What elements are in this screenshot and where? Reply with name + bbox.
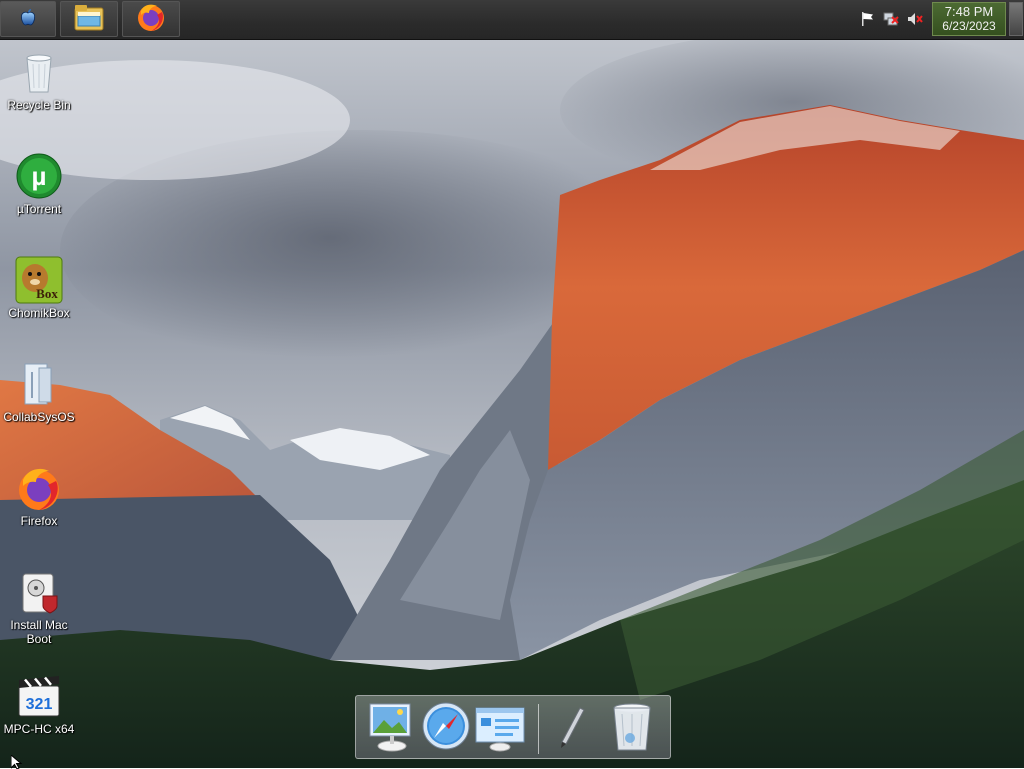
desktop-icon-label: CollabSysOS <box>3 410 75 424</box>
desktop-icon-label: Firefox <box>20 514 58 528</box>
network-icon[interactable] <box>883 11 899 27</box>
desktop-icon-install-mac-boot[interactable]: Install Mac Boot <box>2 568 76 646</box>
mouse-cursor-icon <box>11 755 23 769</box>
chomikbox-icon: Box <box>15 256 63 304</box>
desktop-icon-chomikbox[interactable]: Box ChomikBox <box>2 256 76 320</box>
dock-item-trash[interactable] <box>606 700 658 754</box>
firefox-icon <box>15 464 63 512</box>
chomikbox-badge: Box <box>36 286 58 301</box>
trash-icon <box>606 703 658 758</box>
volume-muted-icon[interactable] <box>907 11 923 27</box>
desktop-icon-collabsysos[interactable]: CollabSysOS <box>2 360 76 424</box>
desktop-icon-label: Recycle Bin <box>7 98 71 112</box>
mpc-hc-icon: 321 <box>15 672 63 720</box>
dock-separator <box>538 704 539 754</box>
pen-icon <box>546 707 598 758</box>
desktop-icon-recycle-bin[interactable]: Recycle Bin <box>2 48 76 112</box>
mpc-badge: 321 <box>26 696 53 713</box>
svg-text:µ: µ <box>32 161 47 191</box>
clock[interactable]: 7:48 PM 6/23/2023 <box>932 2 1006 36</box>
clock-time: 7:48 PM <box>944 4 994 19</box>
firefox-icon <box>135 1 167 38</box>
desktop-icon-firefox[interactable]: Firefox <box>2 464 76 528</box>
taskbar-file-explorer-button[interactable] <box>60 1 118 37</box>
folder-icon <box>73 2 105 37</box>
dock-item-pen[interactable] <box>546 700 598 754</box>
desktop-icon-label: ChomikBox <box>8 306 70 320</box>
apple-logo-icon <box>17 6 39 33</box>
dock-item-preview[interactable] <box>366 700 418 754</box>
dock-item-finder-window[interactable] <box>474 700 526 754</box>
taskbar: 7:48 PM 6/23/2023 <box>0 0 1024 40</box>
utorrent-icon: µ <box>15 152 63 200</box>
show-desktop-button[interactable] <box>1009 2 1023 36</box>
dock-item-safari[interactable] <box>420 700 472 754</box>
collabsysos-icon <box>15 360 63 408</box>
desktop-icon-mpc-hc[interactable]: 321 MPC-HC x64 <box>2 672 76 736</box>
start-button[interactable] <box>0 1 56 37</box>
finder-window-icon <box>474 707 526 758</box>
flag-icon[interactable] <box>859 11 875 27</box>
desktop-icon-utorrent[interactable]: µ µTorrent <box>2 152 76 216</box>
dock <box>355 695 671 759</box>
desktop-wallpaper <box>0 0 1024 768</box>
desktop-icon-label: Install Mac Boot <box>10 618 68 646</box>
recycle-bin-icon <box>15 48 63 96</box>
safari-icon <box>420 702 472 758</box>
clock-date: 6/23/2023 <box>942 19 996 33</box>
taskbar-firefox-button[interactable] <box>122 1 180 37</box>
install-mac-boot-icon <box>15 568 63 616</box>
preview-icon <box>366 703 418 758</box>
desktop-icon-label: µTorrent <box>16 202 62 216</box>
desktop-icon-label: MPC-HC x64 <box>3 722 75 736</box>
